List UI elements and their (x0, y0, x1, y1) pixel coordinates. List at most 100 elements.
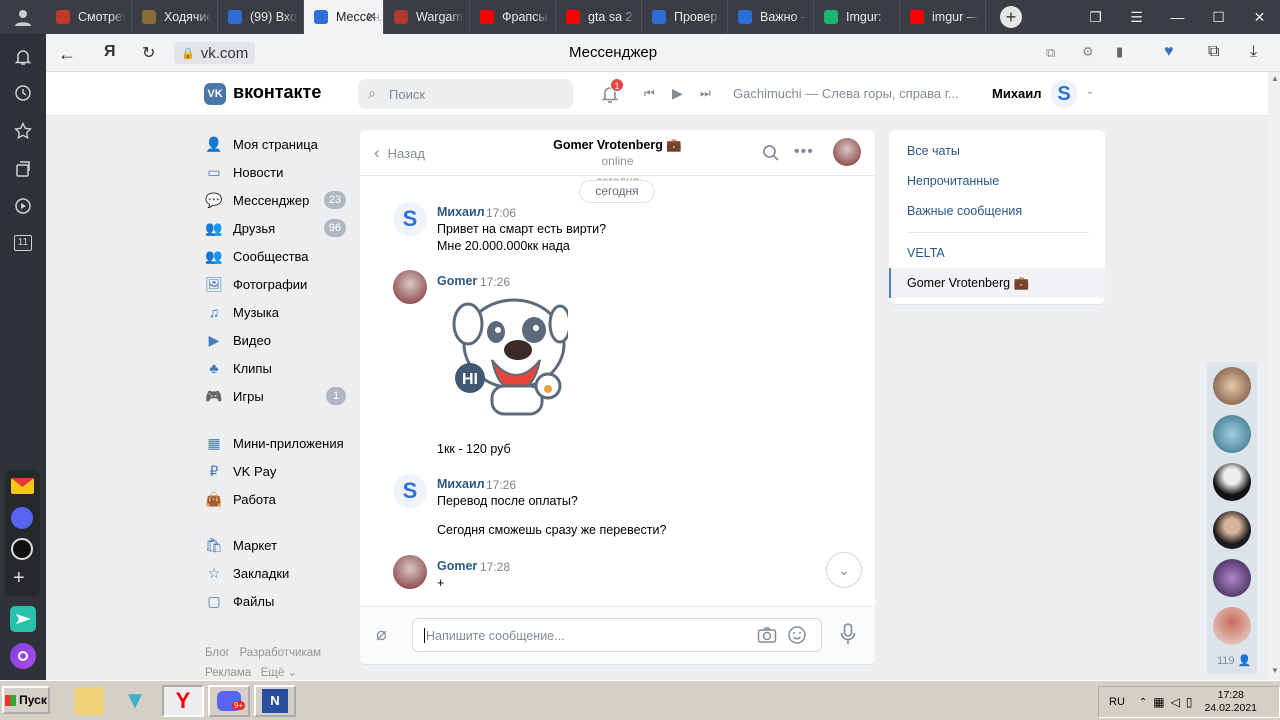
nav-item[interactable]: ▢ Файлы (204, 587, 346, 615)
emoji-icon[interactable] (787, 625, 807, 645)
nav-item[interactable]: 👥 Друзья 96 (204, 214, 346, 242)
nav-item[interactable]: ▦ Мини-приложения (204, 429, 346, 457)
nav-item[interactable]: ♫ Музыка (204, 298, 346, 326)
page-scrollbar[interactable]: ▲ ▼ (1268, 72, 1280, 680)
menu-icon[interactable]: ☰ (1116, 9, 1157, 26)
new-tab-button[interactable]: + (1000, 6, 1022, 28)
language-indicator[interactable]: RU (1109, 696, 1125, 708)
tray-expand-icon[interactable]: ⌃ (1139, 697, 1147, 708)
friend-avatar[interactable] (1213, 607, 1251, 645)
tab[interactable]: Wargam (384, 0, 470, 34)
scroll-up-arrow-icon[interactable]: ▲ (1271, 74, 1279, 83)
avatar[interactable]: S (393, 474, 427, 508)
tab-active[interactable]: Мессенджер✕ (304, 0, 384, 34)
send-app-icon[interactable] (10, 606, 36, 632)
avatar[interactable] (393, 555, 427, 589)
footer-link[interactable]: Реклама (205, 667, 251, 679)
nav-item[interactable]: 💬 Мессенджер 23 (204, 186, 346, 214)
player-track[interactable]: Gachimuchi — Слева горы, справа г... (733, 86, 963, 101)
tabs-overview-icon[interactable]: ❐ (1075, 9, 1116, 26)
yandex-browser-taskbar-icon[interactable]: Y (162, 685, 204, 717)
notifications-bell-icon[interactable]: 1 (600, 78, 624, 104)
attach-icon[interactable]: ⌀ (376, 624, 387, 645)
app-taskbar-icon[interactable]: N (254, 685, 296, 717)
filter-all-chats[interactable]: Все чаты (907, 144, 960, 158)
nav-item[interactable]: ☆ Закладки (204, 559, 346, 587)
play-icon[interactable]: ▶ (672, 85, 683, 102)
nav-item[interactable]: ▶ Видео (204, 326, 346, 354)
tab[interactable]: gta sa 2 (556, 0, 642, 34)
alice-assistant-icon[interactable] (10, 643, 36, 669)
nav-item[interactable]: ♣ Клипы (204, 354, 346, 382)
avatar[interactable] (393, 270, 427, 304)
music-app-icon[interactable] (11, 538, 33, 560)
battery-icon[interactable]: ▯ (1186, 695, 1193, 709)
clock[interactable]: 17:28 24.02.2021 (1204, 689, 1257, 715)
tab[interactable]: (99) Вхо (218, 0, 304, 34)
search-messages-icon[interactable] (762, 144, 780, 162)
copy-icon[interactable]: ⧉ (1046, 45, 1055, 61)
footer-link[interactable]: Разработчикам (239, 647, 321, 659)
user-avatar[interactable]: S (1050, 80, 1078, 108)
messenger-icon[interactable] (11, 507, 33, 529)
friend-avatar[interactable] (1213, 559, 1251, 597)
profile-icon[interactable] (0, 0, 46, 34)
network-icon[interactable]: ▦ (1153, 695, 1164, 709)
filter-unread[interactable]: Непрочитанные (907, 174, 999, 188)
add-app-icon[interactable]: + (13, 568, 25, 588)
history-icon[interactable] (12, 82, 34, 104)
nav-item[interactable]: 🖼 Фотографии (204, 270, 346, 298)
extensions-icon[interactable]: ⚙ (1082, 44, 1094, 60)
tab[interactable]: imgur — (900, 0, 986, 34)
file-explorer-icon[interactable] (74, 687, 104, 715)
next-track-icon[interactable]: ⏭ (700, 86, 711, 101)
microphone-icon[interactable] (840, 623, 856, 645)
nav-item[interactable]: 🎮 Игры 1 (204, 382, 346, 410)
camera-icon[interactable] (757, 626, 777, 644)
star-icon[interactable] (12, 120, 34, 142)
nav-item[interactable]: 👤 Моя страница (204, 130, 346, 158)
search-input[interactable]: ⌕ Поиск (358, 79, 573, 109)
message-input[interactable]: Напишите сообщение... (412, 618, 822, 652)
start-button[interactable]: Пуск (2, 686, 50, 714)
play-circle-icon[interactable] (12, 195, 34, 217)
footer-link[interactable]: Ещё (261, 667, 285, 679)
message-author[interactable]: Михаил (437, 477, 485, 491)
friends-online-count[interactable]: 119 👤 (1217, 654, 1251, 667)
nav-item[interactable]: 👜 Работа (204, 485, 346, 513)
bell-icon[interactable] (12, 46, 34, 68)
tab[interactable]: Смотрет (46, 0, 132, 34)
vpn-app-icon[interactable]: ▼ (120, 687, 150, 715)
heart-icon[interactable]: ♥ (1164, 43, 1174, 61)
bookmark-icon[interactable]: ▮ (1116, 44, 1123, 60)
user-name[interactable]: Михаил (992, 86, 1042, 101)
nav-item[interactable]: 👥 Сообщества (204, 242, 346, 270)
tab[interactable]: Imgur: (814, 0, 900, 34)
avatar[interactable]: S (393, 202, 427, 236)
footer-link[interactable]: Блог (205, 647, 230, 659)
close-tab-icon[interactable]: ✕ (366, 9, 377, 25)
mail-icon[interactable] (11, 478, 34, 494)
friend-avatar[interactable] (1213, 511, 1251, 549)
message-author[interactable]: Михаил (437, 205, 485, 219)
vk-logo-text[interactable]: вконтакте (233, 82, 321, 103)
tab[interactable]: Провер (642, 0, 728, 34)
tab[interactable]: Важно - (728, 0, 814, 34)
message-author[interactable]: Gomer (437, 559, 477, 573)
folder-velta[interactable]: VELTA (907, 246, 945, 260)
discord-taskbar-icon[interactable]: 9+ (208, 685, 250, 717)
more-icon[interactable]: ••• (794, 143, 814, 161)
friend-avatar[interactable] (1213, 367, 1251, 405)
folder-active-chat[interactable]: Gomer Vrotenberg 💼 (889, 268, 1105, 298)
chevron-down-icon[interactable]: ⌄ (1086, 86, 1094, 97)
prev-track-icon[interactable]: ⏮ (644, 86, 655, 101)
nav-item[interactable]: 🛍 Маркет (204, 531, 346, 559)
filter-important[interactable]: Важные сообщения (907, 204, 1022, 218)
download-icon[interactable]: ⤓ (1250, 43, 1257, 61)
close-window-button[interactable]: ✕ (1239, 9, 1280, 26)
friend-avatar[interactable] (1213, 463, 1251, 501)
nav-item[interactable]: ₽ VK Pay (204, 457, 346, 485)
tab[interactable]: Фрапсы (470, 0, 556, 34)
sticker-dog[interactable]: HI (448, 294, 568, 419)
scroll-down-arrow-icon[interactable]: ▼ (1271, 666, 1279, 675)
